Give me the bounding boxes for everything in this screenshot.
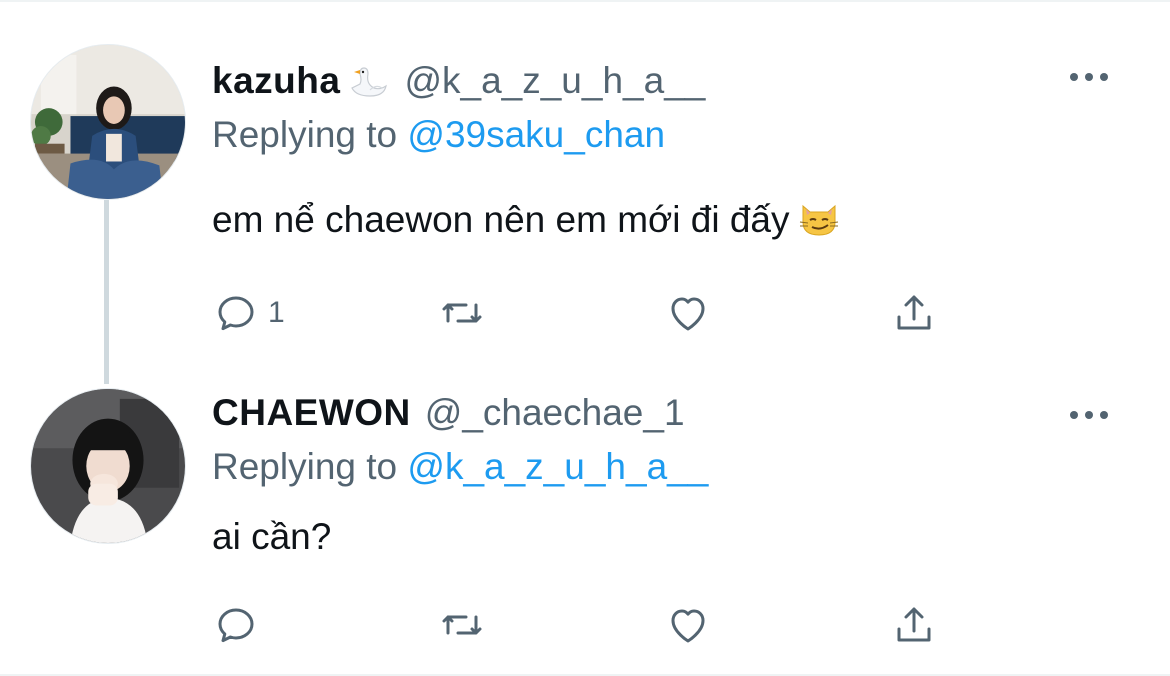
tweet-text-content: em nể chaewon nên em mới đi đấy (212, 199, 790, 240)
more-options-icon[interactable] (1070, 400, 1108, 430)
replying-to: Replying to @k_a_z_u_h_a__ (212, 446, 708, 488)
tweet-text: em nể chaewon nên em mới đi đấy (212, 198, 840, 241)
retweet-icon (442, 615, 482, 635)
user-handle[interactable]: @k_a_z_u_h_a__ (404, 60, 705, 101)
tweet[interactable]: kazuha @k_a_z_u_h_a__ Replying to @39saku… (0, 0, 1170, 370)
more-options-icon[interactable] (1070, 62, 1108, 92)
reply-icon (218, 296, 254, 331)
smirking-cat-emoji-icon (798, 198, 840, 238)
retweet-icon (442, 303, 482, 323)
tweet-actions (212, 600, 952, 650)
tweet[interactable]: CHAEWON @_chaechae_1 Replying to @k_a_z_u… (0, 370, 1170, 676)
replying-prefix: Replying to (212, 446, 398, 487)
display-name[interactable]: CHAEWON (212, 392, 411, 433)
replying-to: Replying to @39saku_chan (212, 114, 665, 156)
avatar[interactable] (30, 44, 186, 200)
display-name[interactable]: kazuha (212, 60, 340, 101)
tweet-text: ai cần? (212, 516, 331, 558)
tweet-text-content: ai cần? (212, 516, 332, 557)
like-button[interactable] (664, 600, 712, 650)
like-icon (671, 297, 705, 331)
retweet-button[interactable] (438, 288, 486, 338)
tweet-actions: 1 (212, 288, 952, 338)
retweet-button[interactable] (438, 600, 486, 650)
tweet-header: kazuha @k_a_z_u_h_a__ (212, 60, 705, 106)
reply-button[interactable] (212, 600, 268, 650)
like-button[interactable] (664, 288, 712, 338)
tweet-header: CHAEWON @_chaechae_1 (212, 392, 685, 438)
share-button[interactable] (890, 288, 938, 338)
like-icon (671, 609, 705, 643)
user-handle[interactable]: @_chaechae_1 (425, 392, 685, 433)
reply-count: 1 (268, 296, 285, 329)
share-icon (897, 295, 931, 330)
share-icon (897, 607, 931, 642)
share-button[interactable] (890, 600, 938, 650)
swan-emoji-icon (346, 62, 390, 100)
reply-button[interactable]: 1 (212, 288, 285, 338)
reply-icon (218, 608, 254, 643)
replying-handle-link[interactable]: @39saku_chan (407, 114, 665, 155)
replying-prefix: Replying to (212, 114, 398, 155)
avatar[interactable] (30, 388, 186, 544)
replying-handle-link[interactable]: @k_a_z_u_h_a__ (407, 446, 708, 487)
